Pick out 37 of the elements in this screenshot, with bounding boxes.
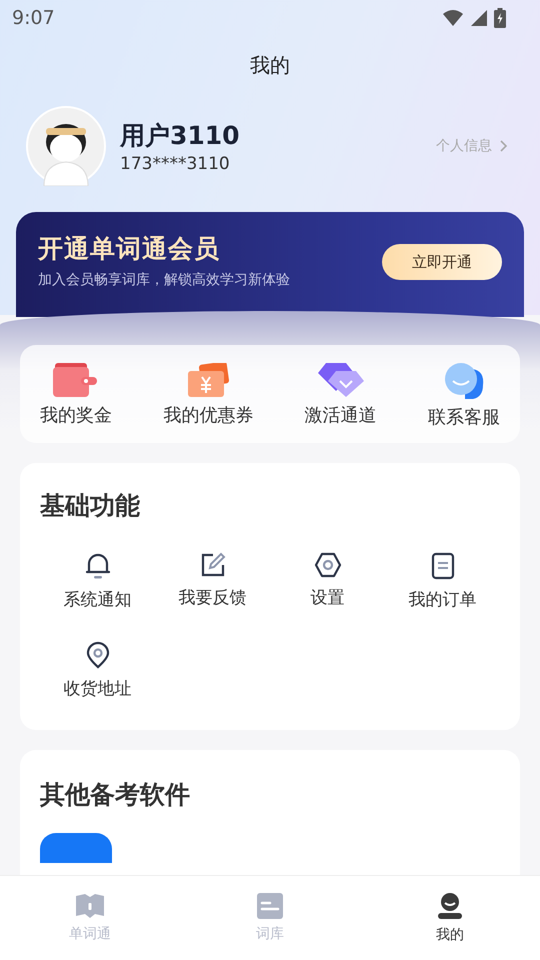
- battery-icon: [494, 8, 506, 28]
- nav-tab[interactable]: 我的: [390, 892, 510, 944]
- bell-icon: [84, 552, 110, 580]
- coupon-icon: [186, 363, 230, 397]
- action-label[interactable]: 激活通道: [304, 403, 377, 427]
- category-tab[interactable]: [40, 833, 112, 863]
- banner-subtitle: 加入会员畅享词库，解锁高效学习新体验: [38, 271, 290, 289]
- chevron-icon: [500, 140, 508, 152]
- avatar-icon: [26, 106, 106, 186]
- feature-label[interactable]: 收货地址: [64, 677, 132, 700]
- wifi-icon: [442, 9, 464, 27]
- feature-label[interactable]: 系统通知: [64, 588, 132, 611]
- action-label[interactable]: 我的奖金: [40, 403, 112, 427]
- action-label[interactable]: 我的优惠券: [163, 403, 254, 427]
- wallet-icon: [53, 363, 99, 397]
- settings-icon: [314, 552, 342, 578]
- chat-icon: [442, 363, 485, 399]
- book-icon: [75, 893, 105, 919]
- feature-label[interactable]: 我要反馈: [178, 586, 246, 609]
- action-label[interactable]: 联系客服: [428, 405, 500, 429]
- page-title: 我的: [249, 52, 291, 79]
- section-title: 基础功能: [40, 490, 141, 522]
- activate-button[interactable]: 立即开通: [382, 244, 502, 280]
- edit-icon: [200, 552, 226, 578]
- list-icon: [257, 893, 283, 919]
- feature-label[interactable]: 设置: [310, 586, 344, 609]
- phone-number: 173****3110: [120, 154, 231, 174]
- section-title: 其他备考软件: [40, 779, 191, 811]
- feature-label[interactable]: 我的订单: [408, 588, 476, 611]
- user-icon: [437, 892, 463, 920]
- gem-icon: [318, 363, 364, 397]
- status-time: 9:07: [12, 7, 55, 29]
- banner-title: 开通单词通会员: [38, 233, 221, 265]
- signal-icon: [470, 9, 488, 27]
- location-pin-icon: [86, 641, 110, 669]
- user-name: 用户3110: [120, 120, 241, 152]
- document-icon: [430, 552, 454, 580]
